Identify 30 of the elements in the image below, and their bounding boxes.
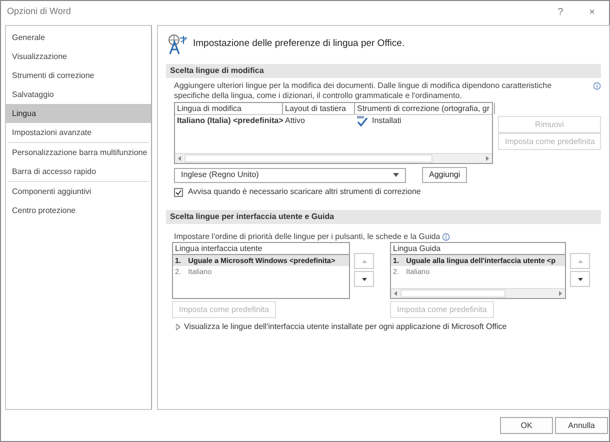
- column-header[interactable]: Lingua di modifica: [175, 103, 283, 114]
- add-button[interactable]: Aggiungi: [422, 167, 468, 183]
- description: Impostare l'ordine di priorità delle lingue per i pulsanti, le schede e la Guida: [174, 232, 440, 242]
- sidebar-item[interactable]: Impostazioni avanzate: [6, 123, 151, 142]
- section-header: Scelta lingue per interfaccia utente e Guida: [166, 210, 601, 224]
- header-text: Impostazione delle preferenze di lingua per Office.: [193, 36, 405, 51]
- section-header: Scelta lingue di modifica: [166, 64, 601, 78]
- checkbox-label: Avvisa quando è necessario scaricare altri strumenti di correzione: [188, 186, 421, 198]
- help-button[interactable]: ?: [552, 4, 570, 20]
- table-cell-text: Installati: [370, 115, 402, 127]
- ok-button[interactable]: OK: [500, 417, 553, 434]
- description: Aggiungere ulteriori lingue per la modifica dei documenti. Dalle lingue di modifica dipendono caratteristiche specifiche della lingua, come i dizionari, il controllo grammaticale e l'ordinamento.: [173, 80, 553, 101]
- sidebar-item[interactable]: Centro protezione: [6, 201, 151, 220]
- column-header[interactable]: Strumenti di correzione (ortografia, gr: [355, 103, 495, 114]
- sidebar-item[interactable]: Salvataggio: [6, 85, 151, 104]
- expander-label[interactable]: Visualizza le lingue dell'interfaccia utente installate per ogni applicazione di Microsoft Office: [184, 321, 507, 333]
- table-cell-text: Attivo: [284, 115, 306, 127]
- table-cell-text: Italiano (Italia) <predefinita>: [176, 115, 283, 127]
- column-header[interactable]: Layout di tastiera: [283, 103, 355, 114]
- sidebar-item[interactable]: Barra di accesso rapido: [6, 162, 151, 181]
- window-title: Opzioni di Word: [7, 5, 72, 18]
- cancel-button[interactable]: Annulla: [555, 417, 608, 434]
- close-button[interactable]: ×: [583, 4, 601, 20]
- sidebar-item[interactable]: Generale: [6, 28, 151, 47]
- sidebar-item[interactable]: Personalizzazione barra multifunzione: [6, 143, 151, 162]
- sidebar-item[interactable]: Visualizzazione: [6, 47, 151, 66]
- sidebar-item[interactable]: Lingua: [6, 104, 151, 123]
- sidebar-item[interactable]: Componenti aggiuntivi: [6, 182, 151, 201]
- language-dropdown[interactable]: Inglese (Regno Unito): [174, 168, 406, 182]
- sidebar-item[interactable]: Strumenti di correzione: [6, 66, 151, 85]
